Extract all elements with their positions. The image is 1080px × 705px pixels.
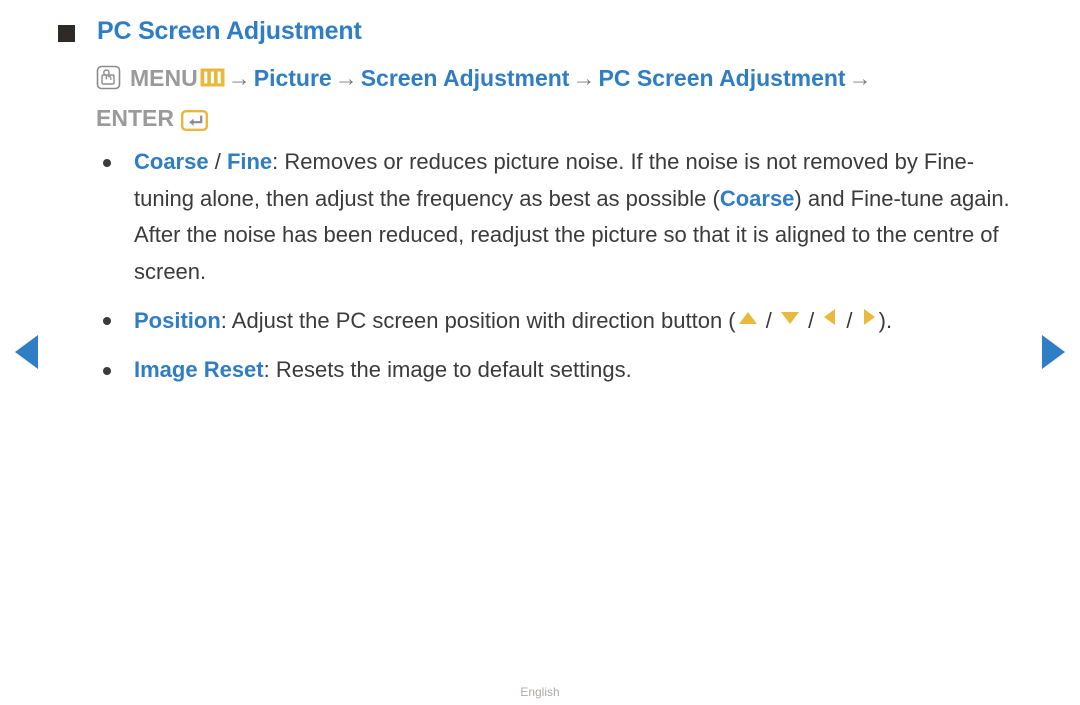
content-bullet-list: Coarse / Fine: Removes or reduces pictur… [98,144,1028,388]
next-page-arrow[interactable] [1042,335,1065,369]
keyword-fine: Fine [226,149,273,174]
bullet-dot-icon [103,366,111,375]
square-bullet-icon [58,25,75,42]
list-item: Position: Adjust the PC screen position … [98,302,1028,340]
menu-path-arrow: → [572,65,596,91]
page-title-row: PC Screen Adjustment [58,17,362,46]
menu-path-breadcrumb: MENU → Picture → Screen Adjustment → PC Scree… [96,60,1046,141]
previous-page-arrow[interactable] [15,335,38,369]
menu-bars-icon [200,61,225,97]
bullet-dot-icon [103,317,111,325]
e-manual-page: PC Screen Adjustment MENU → Picture → Scree… [0,0,1080,705]
menu-button-label: MENU [130,65,198,91]
arrow-separator: / [759,308,778,333]
enter-return-icon [180,105,208,141]
arrow-down-icon [779,302,801,339]
page-title: PC Screen Adjustment [97,17,362,45]
enter-button-label: ENTER [96,105,174,131]
keyword-position: Position [134,308,221,333]
arrow-separator: / [801,308,821,333]
list-item: Image Reset: Resets the image to default… [98,352,1028,389]
position-description-before: : Adjust the PC screen position with dir… [220,308,736,333]
menu-path-step-picture: Picture [253,65,332,91]
keyword-coarse: Coarse [134,149,209,174]
keyword-image-reset: Image Reset [134,356,264,382]
image-reset-description: : Resets the image to default settings. [263,356,632,382]
arrow-up-icon [737,302,759,339]
list-item: Coarse / Fine: Removes or reduces pictur… [98,144,1028,290]
position-description-after: ). [878,308,893,333]
arrow-right-icon [860,302,878,339]
menu-path-arrow: → [334,65,358,91]
arrow-left-icon [821,302,839,339]
menu-path-arrow: → [227,65,251,91]
keyword-coarse-inline: Coarse [719,185,795,211]
bullet-dot-icon [103,159,111,167]
menu-path-step-screen-adjustment: Screen Adjustment [360,65,570,91]
arrow-separator: / [840,308,859,333]
keyword-separator: / [208,149,227,174]
hand-press-icon [96,64,121,100]
footer-language-label: English [520,685,560,699]
menu-path-step-pc-screen-adjustment: PC Screen Adjustment [598,65,846,91]
menu-path-arrow: → [848,65,872,91]
